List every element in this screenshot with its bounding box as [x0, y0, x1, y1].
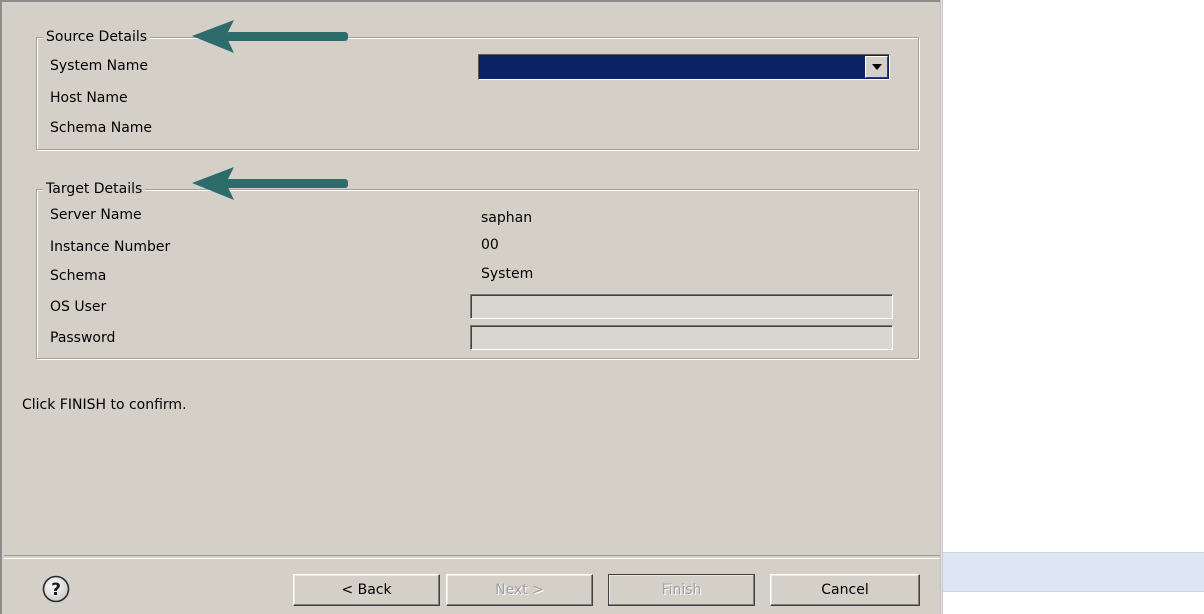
os-user-field[interactable] — [470, 294, 893, 319]
password-field[interactable] — [470, 325, 893, 350]
arrow-left-icon — [192, 20, 348, 53]
host-name-label: Host Name — [50, 90, 128, 106]
schema-label: Schema — [50, 268, 107, 284]
help-button[interactable]: ? — [42, 575, 70, 603]
target-details-title: Target Details — [43, 180, 146, 198]
finish-button[interactable]: Finish — [608, 574, 755, 606]
confirm-message: Click FINISH to confirm. — [22, 397, 187, 413]
schema-value: System — [481, 266, 534, 282]
cancel-button[interactable]: Cancel — [770, 574, 920, 606]
server-name-value: saphan — [481, 210, 533, 226]
instance-number-value: 00 — [481, 237, 499, 253]
schema-name-label: Schema Name — [50, 120, 153, 136]
background-panel-strip — [943, 552, 1204, 592]
system-name-label: System Name — [50, 58, 148, 74]
back-button[interactable]: < Back — [293, 574, 440, 606]
help-icon: ? — [42, 575, 70, 603]
svg-text:?: ? — [51, 580, 61, 600]
button-bar-divider — [4, 555, 940, 559]
source-details-title: Source Details — [43, 28, 151, 46]
arrow-left-icon — [192, 167, 348, 200]
chevron-down-icon — [871, 64, 882, 70]
password-label: Password — [50, 330, 116, 346]
window-edge-divider — [940, 0, 943, 614]
os-user-label: OS User — [50, 299, 107, 315]
next-button[interactable]: Next > — [446, 574, 593, 606]
instance-number-label: Instance Number — [50, 239, 171, 255]
system-name-dropdown[interactable] — [478, 54, 890, 80]
wizard-dialog: Source Details System Name Host Name Sch… — [0, 0, 940, 614]
dropdown-button[interactable] — [865, 56, 888, 78]
server-name-label: Server Name — [50, 207, 142, 223]
